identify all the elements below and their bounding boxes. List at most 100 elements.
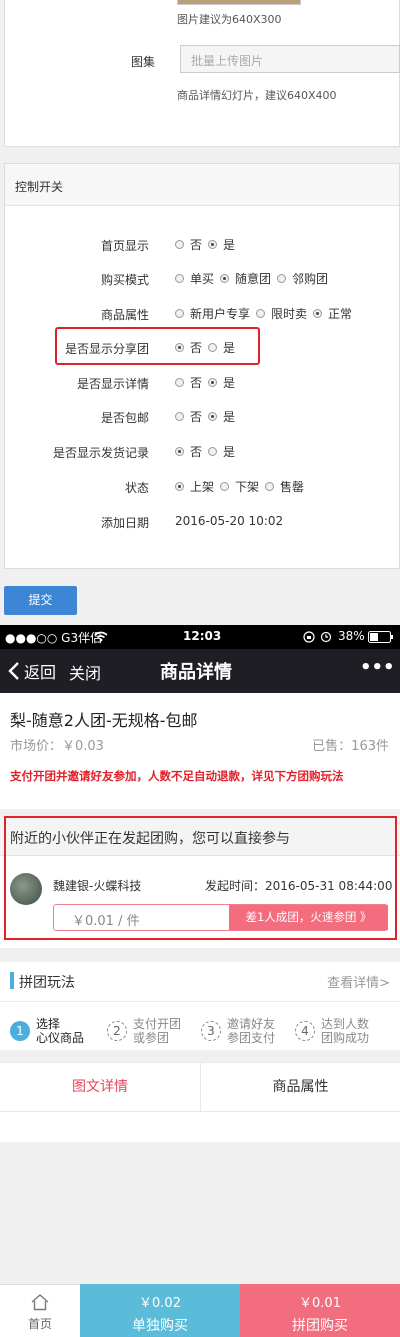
radio-limited-time[interactable]: 限时卖 [256, 305, 307, 322]
radio-icon[interactable] [256, 308, 266, 318]
row-homepage-display: 首页显示 否 是 [5, 234, 399, 254]
radio-icon[interactable] [175, 446, 184, 456]
chevron-left-icon [8, 662, 19, 680]
clock: 12:03 [183, 629, 222, 643]
radio-on-shelf[interactable]: 上架 [175, 478, 214, 495]
nearby-highlight [4, 816, 397, 940]
product-info: 梨-随意2人团-无规格-包邮 市场价：￥0.03 已售：163件 支付开团并邀请… [0, 693, 400, 809]
radio-icon[interactable] [265, 481, 275, 491]
radio-yes[interactable]: 是 [208, 374, 235, 391]
row-label: 状态 [124, 481, 149, 495]
more-button[interactable]: ••• [360, 657, 395, 678]
detail-tabs: 图文详情 商品属性 [0, 1062, 400, 1112]
submit-button[interactable]: 提交 [4, 586, 77, 615]
step-number-badge: 2 [107, 1021, 127, 1041]
sold-count: 已售：163件 [312, 739, 389, 754]
play-title: 拼团玩法 [19, 975, 75, 991]
rotation-lock-icon [303, 631, 315, 643]
radio-no[interactable]: 否 [175, 374, 202, 391]
control-panel-title: 控制开关 [5, 164, 399, 206]
row-status: 状态 上架 下架 售罄 [5, 476, 399, 496]
row-label: 商品属性 [100, 308, 149, 322]
row-label: 是否显示详情 [76, 377, 149, 391]
radio-icon[interactable] [277, 273, 287, 283]
step-2: 2 支付开团 或参团 [107, 1017, 181, 1045]
group-buy-button[interactable]: ￥0.01 拼团购买 [240, 1284, 400, 1337]
radio-icon[interactable] [208, 411, 218, 421]
radio-random-group[interactable]: 随意团 [220, 270, 271, 287]
row-purchase-mode: 购买模式 单买 随意团 邻购团 [5, 268, 399, 288]
gallery-upload-input[interactable]: 批量上传图片 [180, 45, 400, 73]
market-price: 市场价：￥0.03 [10, 739, 104, 754]
radio-sold-out[interactable]: 售罄 [265, 478, 304, 495]
row-free-shipping: 是否包邮 否 是 [5, 406, 399, 426]
radio-icon[interactable] [175, 273, 184, 283]
row-add-date: 添加日期 2016-05-20 10:02 [5, 511, 399, 531]
radio-icon[interactable] [220, 273, 230, 283]
home-button[interactable]: 首页 [0, 1284, 80, 1337]
control-panel: 控制开关 首页显示 否 是 购买模式 单买 随意团 邻购团 商品属性 新用户专享… [4, 163, 400, 569]
radio-no[interactable]: 否 [175, 236, 202, 253]
step-1: 1 选择 心仪商品 [10, 1017, 84, 1045]
radio-icon[interactable] [175, 481, 184, 491]
group-notice: 支付开团并邀请好友参加，人数不足自动退款，详见下方团购玩法 [10, 769, 344, 783]
radio-icon[interactable] [208, 446, 218, 456]
bottom-action-bar: 首页 ￥0.02 单独购买 ￥0.01 拼团购买 [0, 1284, 400, 1337]
buy-alone-button[interactable]: ￥0.02 单独购买 [80, 1284, 240, 1337]
radio-off-shelf[interactable]: 下架 [220, 478, 259, 495]
divider [0, 1001, 400, 1002]
home-icon [31, 1294, 49, 1311]
battery-percent: 38% [338, 629, 365, 643]
back-button[interactable]: 返回 [8, 659, 56, 683]
step-number-badge: 1 [10, 1021, 30, 1041]
radio-yes[interactable]: 是 [208, 408, 235, 425]
radio-new-user[interactable]: 新用户专享 [175, 305, 250, 322]
step-number-badge: 4 [295, 1021, 315, 1041]
cover-image-thumbnail [177, 0, 301, 5]
radio-yes[interactable]: 是 [208, 236, 235, 253]
radio-icon[interactable] [220, 481, 230, 491]
radio-yes[interactable]: 是 [208, 443, 235, 460]
radio-icon[interactable] [208, 239, 218, 249]
radio-icon[interactable] [175, 377, 184, 387]
nav-bar: 返回 关闭 商品详情 ••• [0, 649, 400, 693]
image-hint: 图片建议为640X300 [177, 13, 282, 26]
radio-normal[interactable]: 正常 [313, 305, 352, 322]
step-number-badge: 3 [201, 1021, 221, 1041]
row-shipping-records: 是否显示发货记录 否 是 [5, 441, 399, 461]
radio-single[interactable]: 单买 [175, 270, 214, 287]
view-details-link[interactable]: 查看详情> [327, 972, 390, 991]
tab-graphic-details[interactable]: 图文详情 [0, 1063, 200, 1111]
tab-product-attributes[interactable]: 商品属性 [201, 1063, 400, 1111]
radio-icon[interactable] [175, 308, 184, 318]
radio-neighbor-group[interactable]: 邻购团 [277, 270, 328, 287]
close-button[interactable]: 关闭 [69, 660, 101, 684]
section-marker [10, 972, 14, 989]
page-title: 商品详情 [160, 662, 232, 683]
step-3: 3 邀请好友 参团支付 [201, 1017, 275, 1045]
step-4: 4 达到人数 团购成功 [295, 1017, 369, 1045]
radio-no[interactable]: 否 [175, 408, 202, 425]
radio-icon[interactable] [175, 411, 184, 421]
status-bar: ●●●○○ G3伴侣 12:03 38% [0, 625, 400, 649]
radio-icon[interactable] [313, 308, 323, 318]
row-label: 首页显示 [100, 239, 149, 253]
admin-form: 图片建议为640X300 图集 批量上传图片 商品详情幻灯片，建议640X400… [0, 0, 400, 625]
radio-icon[interactable] [175, 239, 184, 249]
row-label: 是否显示发货记录 [52, 446, 149, 460]
gallery-hint: 商品详情幻灯片，建议640X400 [177, 89, 337, 102]
tab-content [0, 1112, 400, 1142]
radio-no[interactable]: 否 [175, 443, 202, 460]
row-product-attribute: 商品属性 新用户专享 限时卖 正常 [5, 303, 399, 323]
row-label: 购买模式 [100, 273, 149, 287]
radio-icon[interactable] [208, 377, 218, 387]
row-label: 是否包邮 [100, 411, 149, 425]
group-play-section: 拼团玩法 查看详情> 1 选择 心仪商品 2 支付开团 或参团 3 邀请好友 参… [0, 962, 400, 1050]
wifi-icon [94, 631, 108, 642]
row-show-details: 是否显示详情 否 是 [5, 372, 399, 392]
alarm-icon [320, 631, 332, 643]
carrier-signal: ●●●○○ G3伴侣 [5, 631, 103, 645]
battery-icon [368, 631, 393, 643]
image-panel: 图片建议为640X300 图集 批量上传图片 商品详情幻灯片，建议640X400 [4, 0, 400, 147]
gallery-label: 图集 [130, 55, 155, 69]
